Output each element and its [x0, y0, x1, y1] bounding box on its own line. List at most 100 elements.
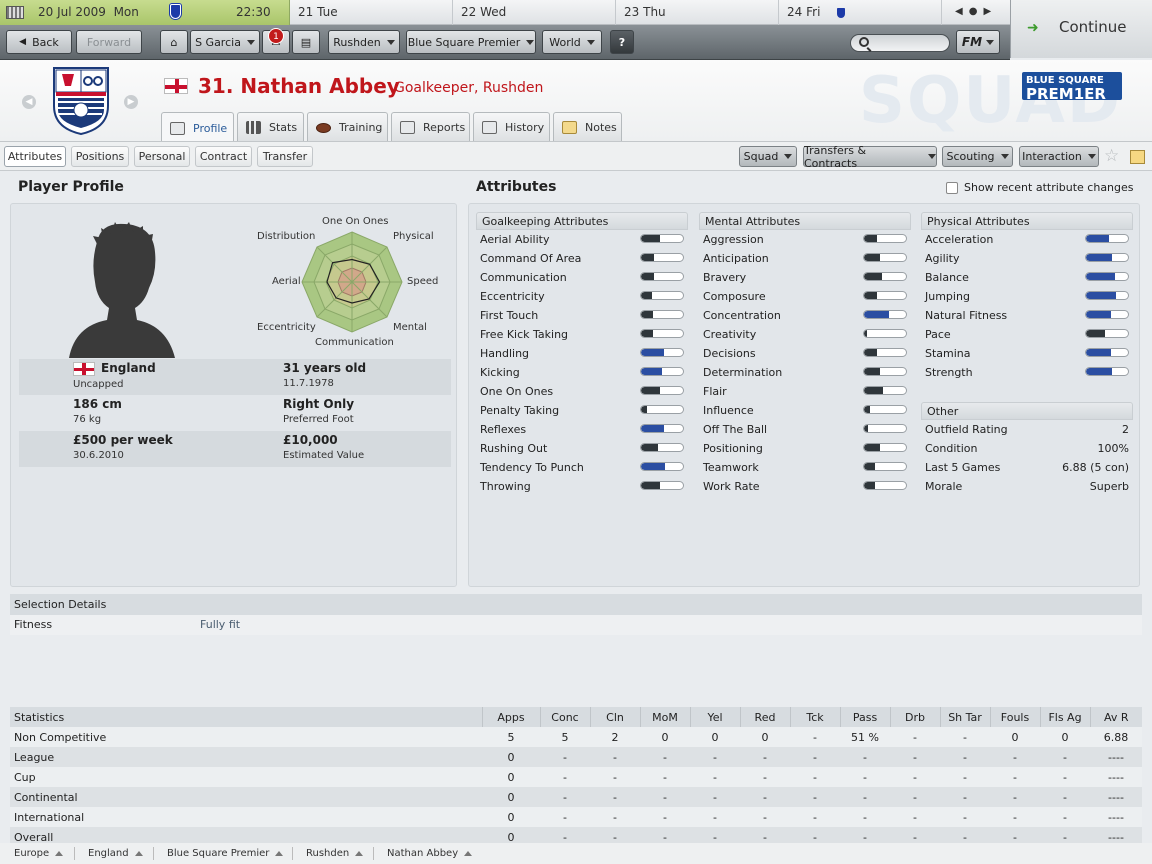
forward-button[interactable]: Forward [76, 30, 142, 54]
attribute-row[interactable]: Concentration [699, 306, 911, 325]
attribute-row[interactable]: Decisions [699, 344, 911, 363]
attribute-row[interactable]: Rushing Out [476, 439, 688, 458]
column-header[interactable]: Drb [889, 707, 940, 727]
column-header[interactable]: Red [739, 707, 790, 727]
subtab-contract[interactable]: Contract [195, 146, 252, 167]
attribute-row[interactable]: Composure [699, 287, 911, 306]
column-header[interactable]: Statistics [10, 707, 482, 727]
tab-notes[interactable]: Notes [553, 112, 622, 141]
attribute-row[interactable]: Agility [921, 249, 1133, 268]
attribute-row[interactable]: First Touch [476, 306, 688, 325]
attribute-row[interactable]: Determination [699, 363, 911, 382]
attribute-row[interactable]: Stamina [921, 344, 1133, 363]
breadcrumb-england[interactable]: England [88, 848, 143, 859]
subtab-transfer[interactable]: Transfer [257, 146, 313, 167]
column-header[interactable]: Yel [689, 707, 740, 727]
checkbox[interactable] [946, 181, 958, 194]
attribute-row[interactable]: Natural Fitness [921, 306, 1133, 325]
add-note-icon[interactable] [1130, 150, 1145, 164]
continue-button[interactable]: ➜ Continue [1010, 0, 1152, 58]
attribute-row[interactable]: Acceleration [921, 230, 1133, 249]
attribute-row[interactable]: Free Kick Taking [476, 325, 688, 344]
previous-player-button[interactable]: ◀ [22, 95, 36, 109]
attribute-row[interactable]: Tendency To Punch [476, 458, 688, 477]
subtab-attributes[interactable]: Attributes [4, 146, 66, 167]
help-button[interactable]: ? [610, 30, 634, 54]
competition-menu[interactable]: Blue Square Premier [406, 30, 536, 54]
calendar-icon[interactable] [6, 6, 24, 19]
shortlist-star-icon[interactable]: ☆ [1104, 146, 1119, 166]
prev-arrow-icon[interactable]: ◀ [955, 6, 969, 17]
attribute-row[interactable]: Jumping [921, 287, 1133, 306]
column-header[interactable]: Sh Tar [939, 707, 990, 727]
home-button[interactable]: ⌂ [160, 30, 188, 54]
column-header[interactable]: Cln [589, 707, 640, 727]
column-header[interactable]: MoM [639, 707, 690, 727]
column-header[interactable]: Tck [789, 707, 840, 727]
attribute-row[interactable]: Off The Ball [699, 420, 911, 439]
attribute-row[interactable]: Communication [476, 268, 688, 287]
attribute-row[interactable]: Pace [921, 325, 1133, 344]
show-attribute-changes-checkbox[interactable]: Show recent attribute changes [946, 181, 1134, 194]
calendar-day[interactable]: 24 Fri [779, 0, 942, 25]
column-header[interactable]: Pass [839, 707, 890, 727]
attribute-row[interactable]: Balance [921, 268, 1133, 287]
fm-menu[interactable]: FM [956, 30, 1000, 54]
interaction-menu[interactable]: Interaction [1019, 146, 1099, 167]
table-row[interactable]: Non Competitive 5 5 2 0 0 0-51 % - -0 0 6.88 [10, 727, 1142, 747]
breadcrumb-player[interactable]: Nathan Abbey [387, 848, 473, 859]
attribute-row[interactable]: Teamwork [699, 458, 911, 477]
tab-training[interactable]: Training [307, 112, 388, 141]
tab-reports[interactable]: Reports [391, 112, 470, 141]
attribute-row[interactable]: Penalty Taking [476, 401, 688, 420]
club-menu[interactable]: Rushden [328, 30, 400, 54]
calendar-day[interactable]: 22 Wed [453, 0, 616, 25]
column-header[interactable]: Av R [1089, 707, 1142, 727]
attribute-row[interactable]: Creativity [699, 325, 911, 344]
attribute-row[interactable]: One On Ones [476, 382, 688, 401]
scouting-menu[interactable]: Scouting [942, 146, 1013, 167]
tab-profile[interactable]: Profile [161, 112, 234, 141]
attribute-row[interactable]: Anticipation [699, 249, 911, 268]
attribute-row[interactable]: Command Of Area [476, 249, 688, 268]
attribute-row[interactable]: Positioning [699, 439, 911, 458]
calendar-nav[interactable]: ◀●▶ [955, 6, 997, 17]
attribute-row[interactable]: Flair [699, 382, 911, 401]
attribute-row[interactable]: Kicking [476, 363, 688, 382]
column-header[interactable]: Fls Ag [1039, 707, 1090, 727]
tab-history[interactable]: History [473, 112, 550, 141]
squad-menu[interactable]: Squad [739, 146, 797, 167]
attribute-row[interactable]: Influence [699, 401, 911, 420]
tab-stats[interactable]: Stats [237, 112, 304, 141]
attribute-row[interactable]: Handling [476, 344, 688, 363]
news-button[interactable]: ▤ [292, 30, 320, 54]
manager-menu[interactable]: S Garcia [190, 30, 260, 54]
attribute-row[interactable]: Throwing [476, 477, 688, 496]
table-row[interactable]: League 0- - - - - - - - - - - ---- [10, 747, 1142, 767]
breadcrumb-club[interactable]: Rushden [306, 848, 364, 859]
column-header[interactable]: Conc [539, 707, 590, 727]
back-button[interactable]: ◀ Back [6, 30, 72, 54]
next-arrow-icon[interactable]: ▶ [983, 6, 997, 17]
current-date-cell[interactable]: 20 Jul 2009 Mon 22:30 [0, 0, 290, 25]
attribute-row[interactable]: Eccentricity [476, 287, 688, 306]
attribute-row[interactable]: Work Rate [699, 477, 911, 496]
attribute-row[interactable]: Aggression [699, 230, 911, 249]
column-header[interactable]: Fouls [989, 707, 1040, 727]
next-player-button[interactable]: ▶ [124, 95, 138, 109]
table-row[interactable]: International 0- - - - - - - - - - - ---- [10, 807, 1142, 827]
world-menu[interactable]: World [542, 30, 602, 54]
column-header[interactable]: Apps [481, 707, 540, 727]
nationality[interactable]: England [101, 361, 156, 375]
table-row[interactable]: Continental 0- - - - - - - - - - - ---- [10, 787, 1142, 807]
attribute-row[interactable]: Reflexes [476, 420, 688, 439]
subtab-positions[interactable]: Positions [71, 146, 129, 167]
calendar-day[interactable]: 23 Thu [616, 0, 779, 25]
attribute-row[interactable]: Strength [921, 363, 1133, 382]
today-dot-icon[interactable]: ● [969, 6, 984, 17]
transfers-contracts-menu[interactable]: Transfers & Contracts [803, 144, 937, 170]
search-input[interactable] [850, 34, 950, 52]
table-row[interactable]: Cup 0- - - - - - - - - - - ---- [10, 767, 1142, 787]
breadcrumb-competition[interactable]: Blue Square Premier [167, 848, 284, 859]
attribute-row[interactable]: Aerial Ability [476, 230, 688, 249]
